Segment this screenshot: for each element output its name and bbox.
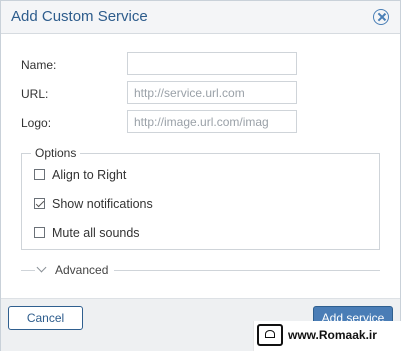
logo-label: Logo: [21,116,52,130]
chevron-down-icon[interactable] [36,262,47,273]
align-right-label: Align to Right [52,168,127,182]
show-notifications-label: Show notifications [52,197,153,211]
mute-sounds-label: Mute all sounds [52,226,140,240]
options-legend: Options [31,146,81,160]
mute-sounds-checkbox[interactable] [34,227,45,238]
show-notifications-checkbox[interactable] [34,198,45,209]
add-custom-service-dialog: Add Custom Service Name: URL: Logo: Opti… [0,0,401,351]
align-right-checkbox[interactable] [34,169,45,180]
advanced-divider-right [114,270,380,271]
close-icon[interactable] [373,9,389,25]
url-label: URL: [21,87,49,101]
dialog-titlebar: Add Custom Service [1,1,400,34]
dialog-title: Add Custom Service [11,8,148,25]
cancel-button[interactable]: Cancel [8,306,83,330]
name-label: Name: [21,58,57,72]
url-input[interactable] [127,81,297,104]
name-input[interactable] [127,52,297,75]
logo-input[interactable] [127,110,297,133]
advanced-divider-left [21,270,35,271]
watermark: www.Romaak.ir [253,321,401,351]
watermark-logo-icon [257,324,283,346]
advanced-toggle[interactable]: Advanced [55,263,108,277]
watermark-text: www.Romaak.ir [288,328,377,342]
